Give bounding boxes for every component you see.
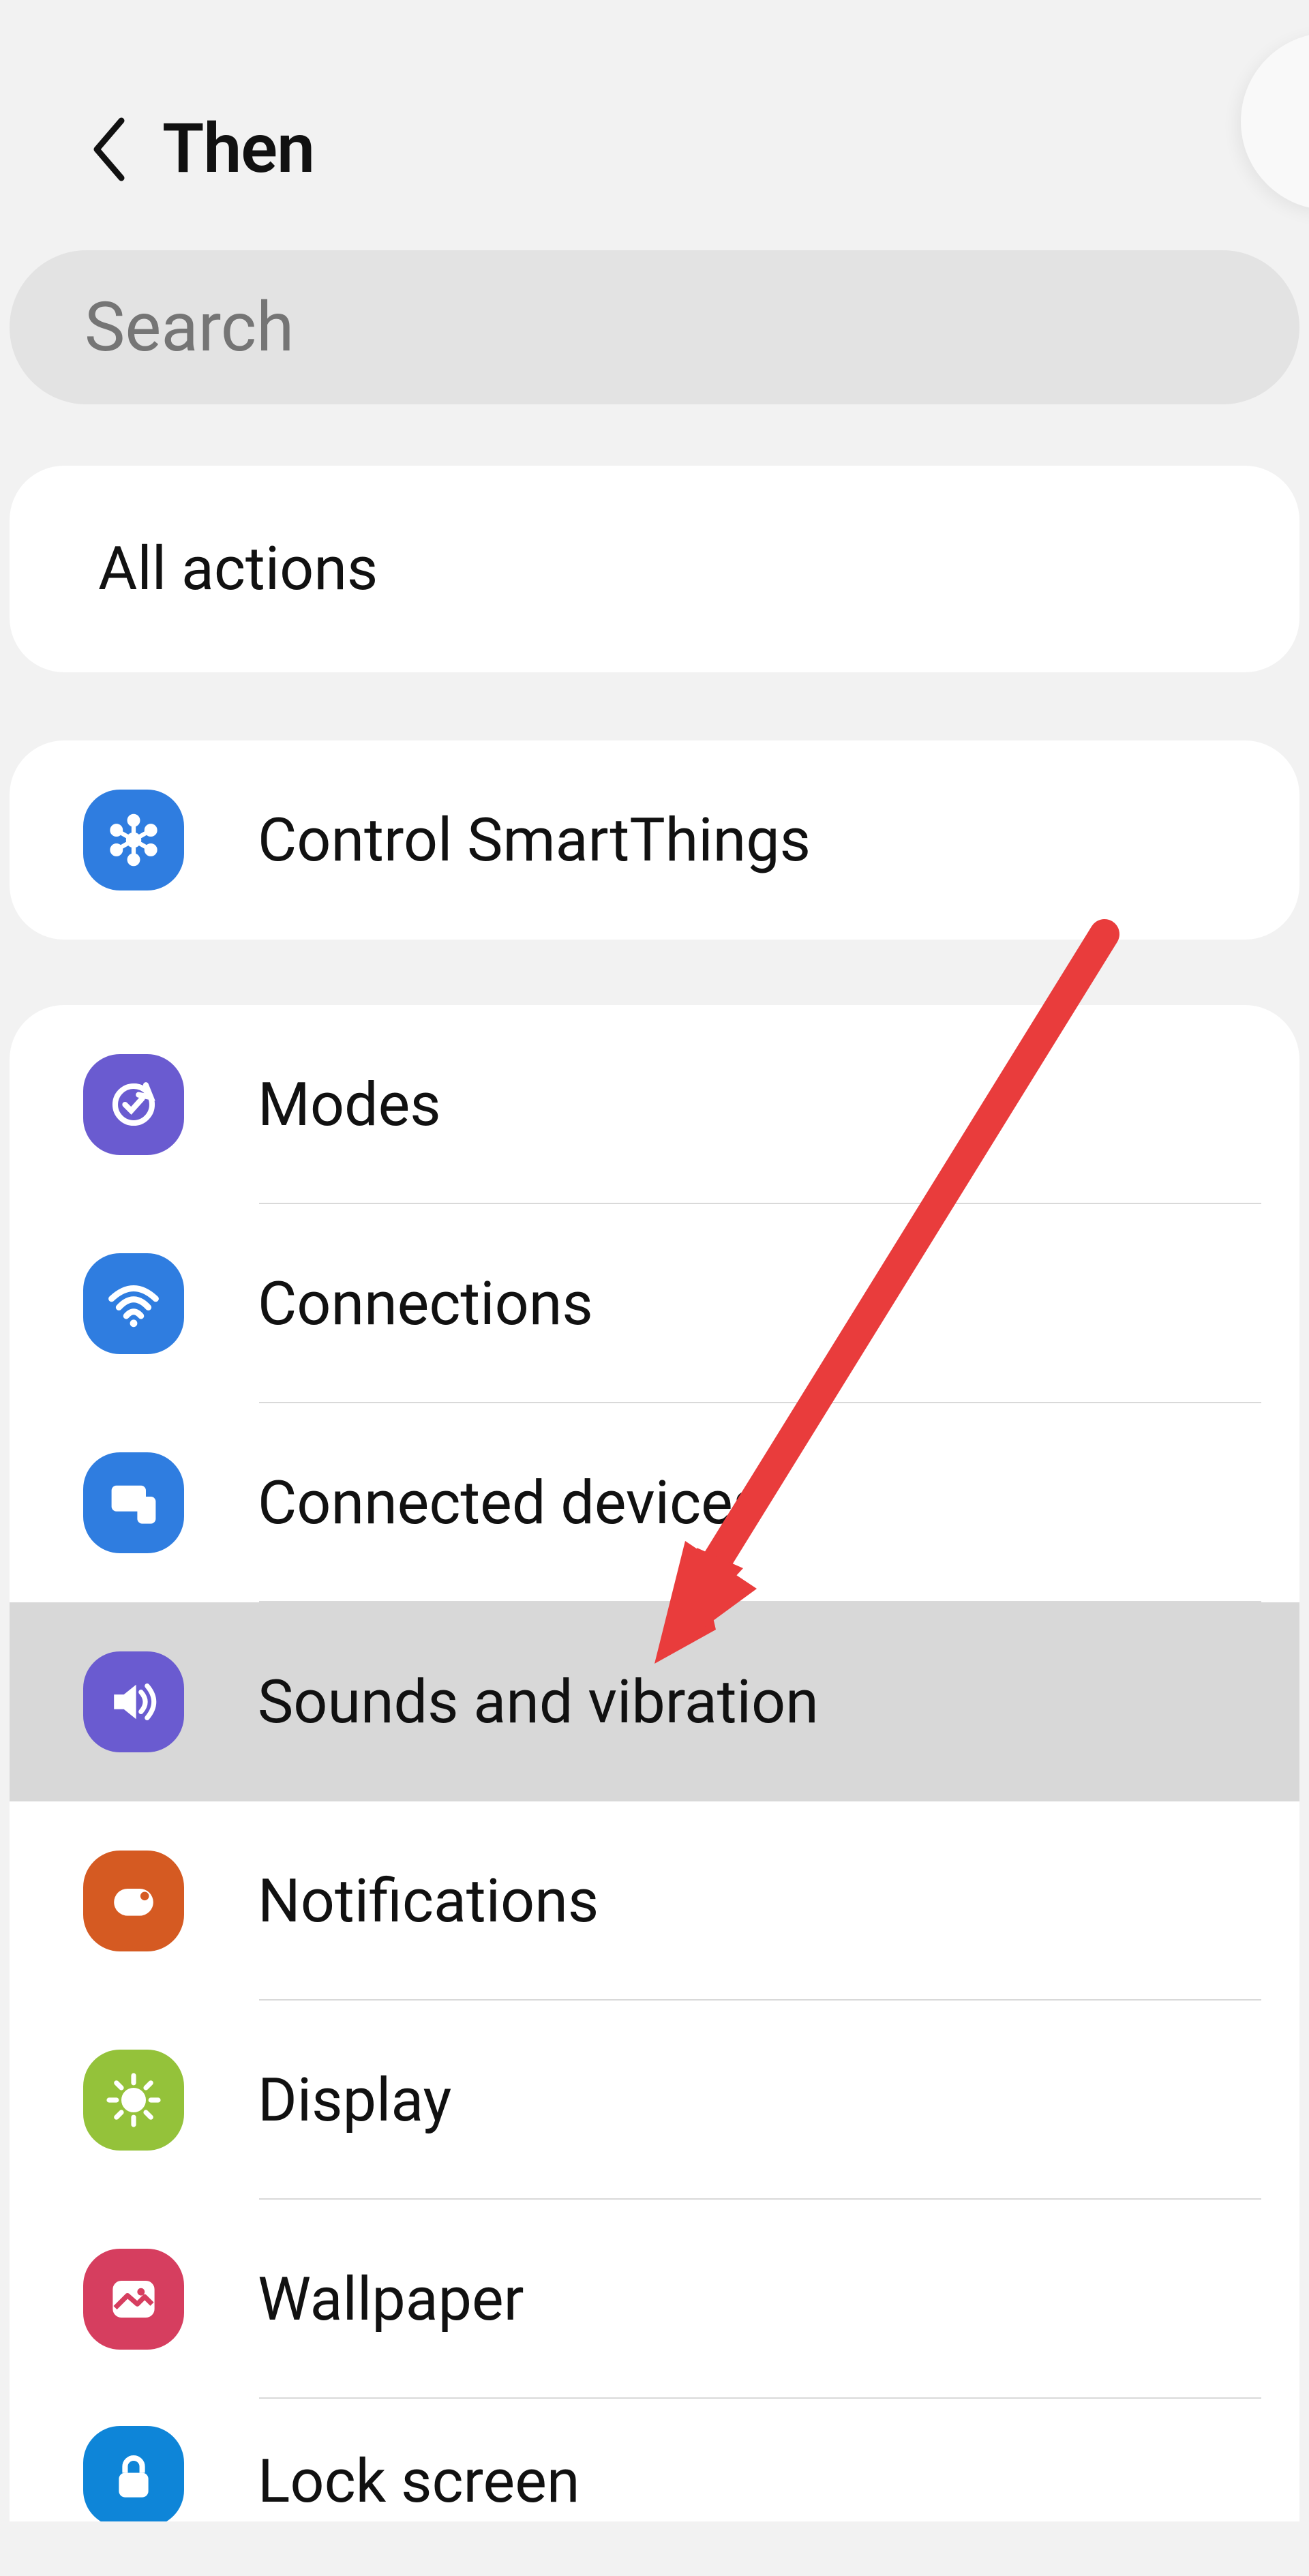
picture-icon <box>83 2249 184 2350</box>
page-header: Then <box>0 0 1309 250</box>
list-item-display[interactable]: Display <box>10 2001 1299 2200</box>
all-actions-card[interactable]: All actions <box>10 466 1299 672</box>
list-item-modes[interactable]: Modes <box>10 1005 1299 1204</box>
modes-icon <box>83 1054 184 1155</box>
list-item-label: Notifications <box>258 1866 599 1936</box>
smartthings-card: Control SmartThings <box>10 740 1299 940</box>
back-icon[interactable] <box>89 117 130 182</box>
all-actions-label: All actions <box>98 534 378 604</box>
list-item-wallpaper[interactable]: Wallpaper <box>10 2200 1299 2399</box>
list-item-label: Modes <box>258 1070 441 1140</box>
list-item-label: Control SmartThings <box>258 805 811 875</box>
list-item-smartthings[interactable]: Control SmartThings <box>10 740 1299 940</box>
devices-icon <box>83 1452 184 1553</box>
list-item-label: Wallpaper <box>258 2264 524 2335</box>
list-item-label: Connected devices <box>258 1468 764 1538</box>
wifi-icon <box>83 1253 184 1354</box>
list-item-connected-devices[interactable]: Connected devices <box>10 1403 1299 1602</box>
list-item-label: Lock screen <box>258 2446 580 2517</box>
search-input[interactable] <box>85 288 1224 368</box>
list-item-label: Connections <box>258 1269 593 1339</box>
volume-icon <box>83 1651 184 1752</box>
sun-icon <box>83 2050 184 2151</box>
settings-list: Modes Connections Connected devices <box>10 1005 1299 2521</box>
list-item-connections[interactable]: Connections <box>10 1204 1299 1403</box>
list-item-label: Display <box>258 2065 451 2136</box>
search-field[interactable] <box>10 250 1299 404</box>
notification-icon <box>83 1851 184 1951</box>
list-item-lock-screen[interactable]: Lock screen <box>10 2399 1299 2521</box>
lock-icon <box>83 2426 184 2521</box>
page-title: Then <box>162 109 314 189</box>
smartthings-icon <box>83 790 184 890</box>
list-item-notifications[interactable]: Notifications <box>10 1801 1299 2001</box>
list-item-label: Sounds and vibration <box>258 1667 819 1737</box>
list-item-sounds-and-vibration[interactable]: Sounds and vibration <box>10 1602 1299 1801</box>
